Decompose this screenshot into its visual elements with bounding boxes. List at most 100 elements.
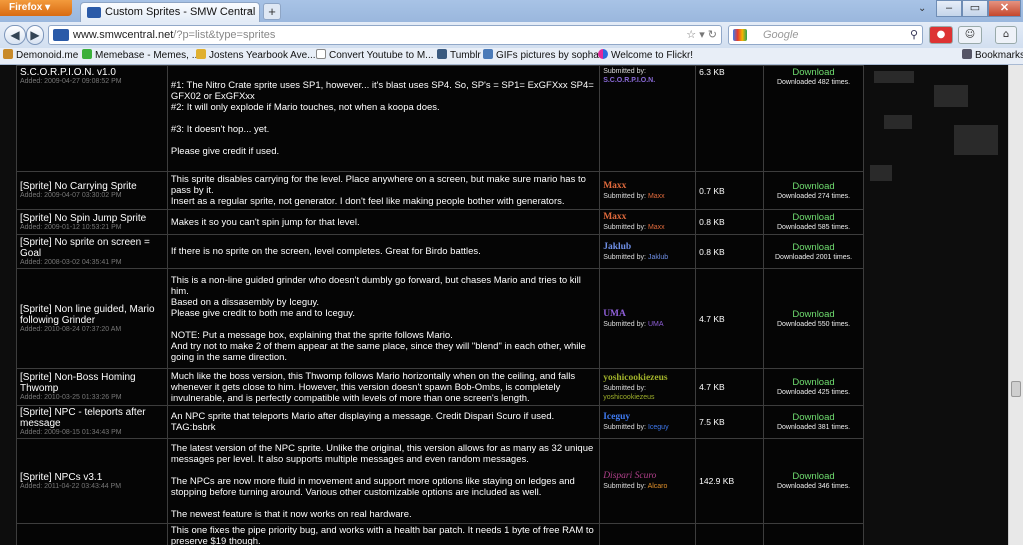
adblock-icon[interactable]: ● (929, 26, 953, 44)
sprite-name[interactable]: [Sprite] No Spin Jump Sprite (20, 213, 146, 224)
forward-button[interactable]: ▶ (26, 25, 44, 45)
url-bar[interactable]: www.smwcentral.net/?p=list&type=sprites … (48, 25, 722, 45)
author-cell: Dispari Scuro Submitted by: Alcaro (599, 438, 697, 524)
sprite-name[interactable]: [Sprite] Non line guided, Mario followin… (20, 304, 155, 326)
sprite-name-cell[interactable]: S.C.O.R.P.I.O.N. v1.0 Added: 2009-04-27 0… (16, 65, 168, 172)
vertical-scrollbar[interactable] (1008, 65, 1023, 545)
sprite-name[interactable]: [Sprite] No Carrying Sprite (20, 181, 137, 192)
download-link[interactable]: Download (767, 67, 860, 78)
author-cell: Submitted by: S.C.O.R.P.I.O.N. (599, 65, 697, 172)
sprite-name-cell[interactable]: [Sprite] No Spin Jump Sprite Added: 2009-… (16, 209, 168, 235)
file-size: 0.7 KB (695, 171, 765, 210)
search-box[interactable]: Google ⚲ (728, 25, 923, 45)
download-link[interactable]: Download (767, 471, 860, 482)
download-link[interactable]: Download (767, 212, 860, 223)
bookmark-item[interactable]: Convert Youtube to M... (316, 48, 434, 64)
description-line (171, 465, 596, 476)
submitted-by[interactable]: Iceguy (648, 424, 669, 431)
sprite-name-cell[interactable]: [Sprite] No sprite on screen = Goal Added… (16, 234, 168, 269)
bookmark-label: Memebase - Memes, ... (95, 50, 201, 61)
scrollbar-thumb[interactable] (1011, 381, 1021, 397)
submitted-label: Submitted by: (603, 68, 646, 75)
bookmark-star-icon[interactable]: ☆ ▾ ↻ (686, 26, 717, 44)
bookmark-item[interactable]: GIFs pictures by sopha... (483, 48, 607, 64)
author-name[interactable]: Iceguy (603, 412, 692, 423)
search-icon[interactable]: ⚲ (910, 26, 918, 44)
description-cell: This is a non-line guided grinder who do… (166, 268, 601, 369)
download-cell: Download Downloaded 2001 times. (763, 234, 864, 269)
submitted-label: Submitted by: (603, 224, 646, 231)
bookmarks-menu-label: Bookmarks (975, 50, 1023, 61)
author-name[interactable]: yoshicookiezeus (603, 373, 692, 384)
file-size: 0.8 KB (695, 234, 765, 269)
bookmark-item[interactable]: Demonoid.me (3, 48, 78, 64)
url-domain: www.smwcentral.net (73, 29, 174, 41)
submitted-by[interactable]: Alcaro (648, 483, 668, 490)
bookmark-item[interactable]: Tumblr (437, 48, 481, 64)
bookmark-item[interactable]: Memebase - Memes, ... (82, 48, 200, 64)
download-link[interactable]: Download (767, 242, 860, 253)
sprite-name-cell[interactable]: [Sprite] Non line guided, Mario followin… (16, 268, 168, 369)
sprite-name[interactable]: [Sprite] Non-Boss Homing Thwomp (20, 372, 136, 394)
maximize-button[interactable]: ▭ (962, 0, 988, 17)
sprite-name[interactable]: [Sprite] NPCs v3.1 (20, 472, 102, 483)
description-line: And try not to make 2 of them appear at … (170, 340, 586, 363)
back-button[interactable]: ◀ (4, 25, 26, 45)
submitted-label: Submitted by: (603, 320, 646, 328)
sprite-name[interactable]: [Sprite] No sprite on screen = Goal (20, 237, 150, 259)
sprite-name-cell[interactable]: [Sprite] NPCs v3.1 Added: 2011-04-22 03:4… (16, 438, 168, 524)
description-line (171, 498, 596, 509)
bookmark-favicon-icon (196, 49, 206, 59)
left-background (0, 65, 16, 545)
author-name[interactable]: Maxx (603, 181, 692, 192)
sprite-name-cell[interactable] (16, 523, 168, 545)
tab-custom-sprites[interactable]: Custom Sprites - SMW Central × (80, 2, 260, 22)
download-link[interactable]: Download (767, 309, 860, 320)
site-identity-icon (53, 29, 69, 41)
description-line: The newest feature is that it now works … (170, 508, 412, 520)
submitted-by[interactable]: yoshicookiezeus (603, 394, 654, 401)
download-link[interactable]: Download (767, 181, 860, 192)
added-date: Added: 2010-08-24 07:37:20 AM (20, 325, 122, 333)
description-line: Please give credit if used. (170, 146, 280, 157)
bookmark-item[interactable]: Jostens Yearbook Ave... (196, 48, 316, 64)
sprite-name-cell[interactable]: [Sprite] No Carrying Sprite Added: 2009-0… (16, 171, 168, 210)
author-cell: yoshicookiezeus Submitted by: yoshicookie… (599, 368, 697, 406)
download-link[interactable]: Download (767, 412, 860, 423)
sprite-name-cell[interactable]: [Sprite] NPC - teleports after message Ad… (16, 405, 168, 439)
submitted-by[interactable]: Maxx (648, 193, 665, 200)
home-icon[interactable]: ⌂ (995, 26, 1017, 44)
bookmark-label: Convert Youtube to M... (329, 50, 434, 61)
author-name[interactable]: UMA (603, 309, 692, 320)
file-size: 6.3 KB (695, 65, 765, 172)
author-name[interactable]: Maxx (603, 212, 692, 223)
author-name[interactable]: Jaklub (603, 242, 692, 253)
table-row: [Sprite] NPCs v3.1 Added: 2011-04-22 03:4… (16, 438, 864, 524)
description-cell: This sprite disables carrying for the le… (166, 171, 601, 210)
tab-close-icon[interactable]: × (247, 3, 253, 22)
close-window-button[interactable]: ✕ (988, 0, 1021, 17)
bookmark-item[interactable]: Welcome to Flickr! (598, 48, 693, 64)
submitted-by[interactable]: S.C.O.R.P.I.O.N. (603, 77, 655, 84)
submitted-by[interactable]: UMA (648, 321, 664, 328)
description-line: Please give credit to both me and to Ice… (170, 307, 355, 319)
tab-list-chevron-icon[interactable]: ⌄ (918, 3, 926, 14)
sprite-name[interactable]: [Sprite] NPC - teleports after message (20, 407, 146, 429)
firefox-menu-button[interactable]: Firefox ▾ (0, 0, 72, 16)
submitted-by[interactable]: Maxx (648, 224, 665, 231)
greasemonkey-icon[interactable]: ☺ (958, 26, 982, 44)
google-engine-icon[interactable] (733, 29, 747, 41)
description-cell: #1: The Nitro Crate sprite uses SP1, how… (166, 65, 601, 172)
bookmarks-menu[interactable]: Bookmarks (962, 48, 1023, 64)
minimize-button[interactable]: – (936, 0, 962, 17)
sprite-name-cell[interactable]: [Sprite] Non-Boss Homing Thwomp Added: 20… (16, 368, 168, 406)
submitted-label: Submitted by: (603, 253, 646, 261)
description-line: If there is no sprite on the screen, lev… (170, 246, 481, 257)
download-link[interactable]: Download (767, 377, 860, 388)
download-count: Downloaded 425 times. (776, 389, 851, 396)
description-line: #2: It will only explode if Mario touche… (170, 102, 440, 113)
submitted-by[interactable]: Jaklub (648, 254, 668, 261)
author-name[interactable]: Dispari Scuro (603, 471, 692, 482)
new-tab-button[interactable]: + (263, 3, 281, 20)
sprite-name[interactable]: S.C.O.R.P.I.O.N. v1.0 (20, 67, 116, 78)
